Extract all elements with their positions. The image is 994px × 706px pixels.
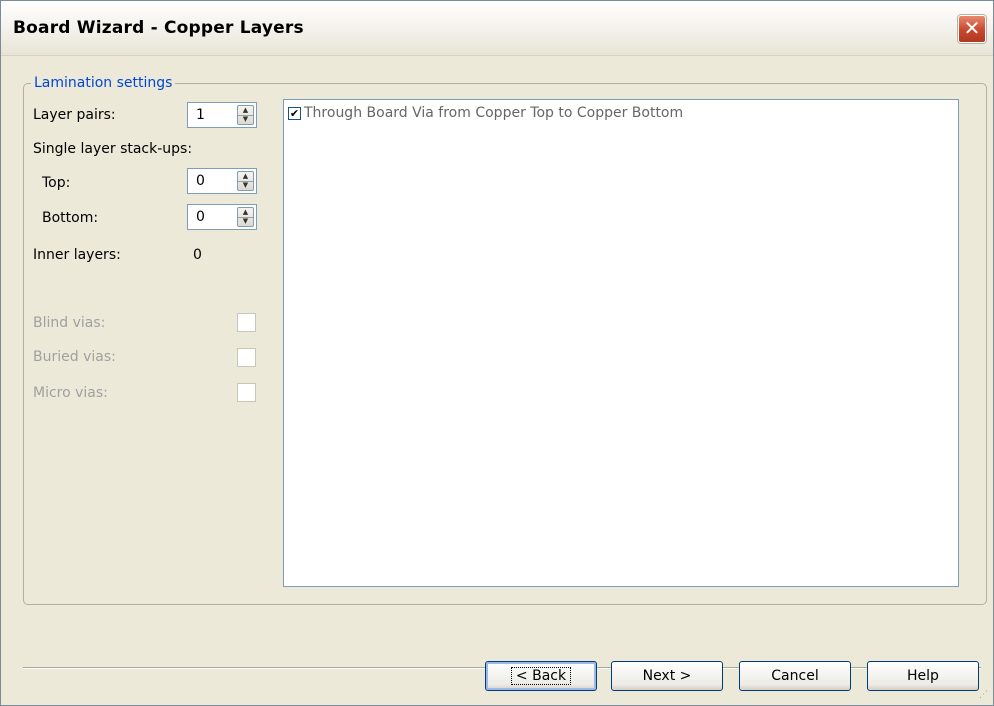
window-title: Board Wizard - Copper Layers [13, 18, 304, 38]
board-wizard-dialog: Board Wizard - Copper Layers ✕ Laminatio… [0, 0, 994, 706]
back-button[interactable]: < Back [485, 661, 597, 691]
layer-pairs-value[interactable]: 1 [196, 107, 205, 123]
inner-layers-value: 0 [193, 247, 202, 263]
spin-down-icon[interactable]: ▼ [238, 181, 253, 190]
spin-down-icon[interactable]: ▼ [238, 115, 253, 124]
bottom-value[interactable]: 0 [196, 209, 205, 225]
spin-down-icon[interactable]: ▼ [238, 217, 253, 226]
top-spin-buttons[interactable]: ▲ ▼ [237, 171, 254, 191]
top-label: Top: [42, 175, 71, 191]
title-bar[interactable]: Board Wizard - Copper Layers ✕ [1, 1, 993, 56]
layer-pairs-spinner[interactable]: 1 ▲ ▼ [187, 102, 257, 128]
help-button-label: Help [907, 668, 939, 684]
via-checkbox-checked[interactable]: ✔ [288, 107, 301, 120]
buried-vias-label: Buried vias: [33, 349, 116, 365]
close-icon: ✕ [963, 16, 981, 40]
top-value[interactable]: 0 [196, 173, 205, 189]
inner-layers-label: Inner layers: [33, 247, 121, 263]
layer-pairs-spin-buttons[interactable]: ▲ ▼ [237, 105, 254, 125]
top-spinner[interactable]: 0 ▲ ▼ [187, 168, 257, 194]
help-button[interactable]: Help [867, 661, 979, 691]
cancel-button-label: Cancel [771, 668, 819, 684]
resize-grip-icon[interactable]: ⋰ [979, 691, 991, 703]
blind-vias-label: Blind vias: [33, 315, 106, 331]
layer-pairs-label: Layer pairs: [33, 107, 116, 123]
single-layer-stackups-label: Single layer stack-ups: [33, 141, 193, 157]
cancel-button[interactable]: Cancel [739, 661, 851, 691]
lamination-settings-legend: Lamination settings [31, 75, 176, 91]
bottom-spin-buttons[interactable]: ▲ ▼ [237, 207, 254, 227]
blind-vias-checkbox[interactable] [237, 313, 256, 332]
wizard-content: Lamination settings Layer pairs: 1 ▲ ▼ S… [11, 63, 987, 605]
next-button-label: Next > [642, 668, 692, 684]
via-item-label: Through Board Via from Copper Top to Cop… [304, 105, 684, 121]
bottom-label: Bottom: [42, 210, 99, 226]
close-button[interactable]: ✕ [958, 15, 986, 43]
bottom-spinner[interactable]: 0 ▲ ▼ [187, 204, 257, 230]
via-list[interactable]: ✔ Through Board Via from Copper Top to C… [283, 99, 959, 587]
buried-vias-checkbox[interactable] [237, 348, 256, 367]
micro-vias-label: Micro vias: [33, 385, 108, 401]
micro-vias-checkbox[interactable] [237, 383, 256, 402]
back-button-label: < Back [510, 667, 572, 685]
next-button[interactable]: Next > [611, 661, 723, 691]
